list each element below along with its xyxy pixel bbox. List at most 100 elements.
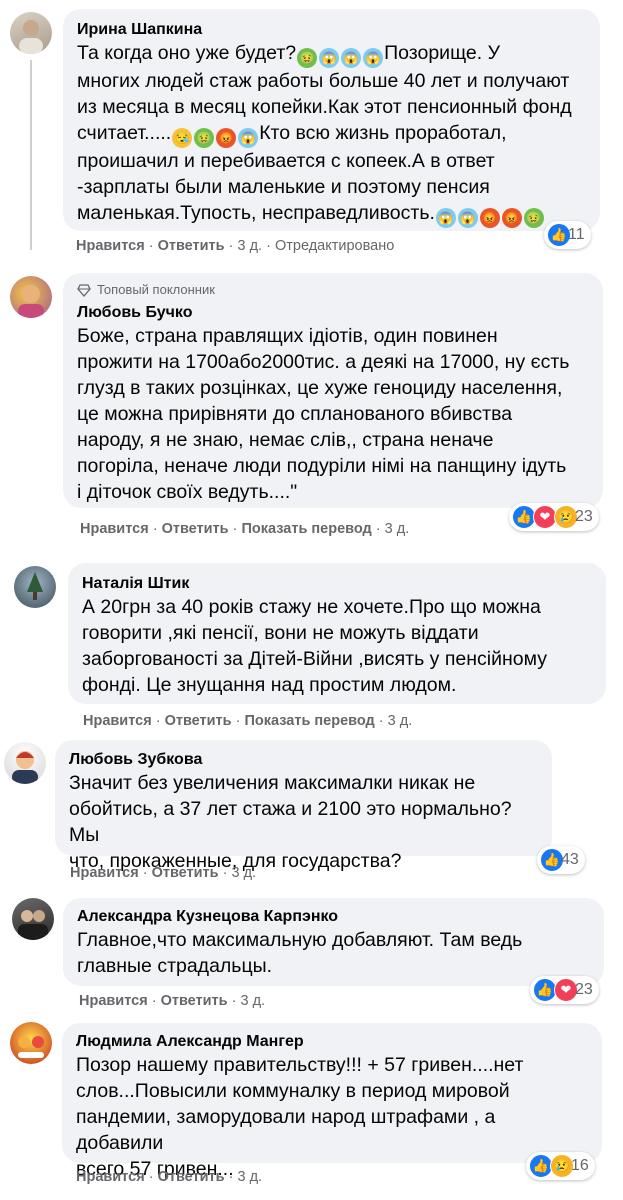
screaming-emoji-icon: 😱 [363,48,384,68]
reaction-count: 23 [575,508,593,525]
avatar[interactable] [10,12,52,54]
thread-line [30,60,32,250]
text-line: из месяца в месяц копейки.Как этот пенси… [77,96,572,118]
like-link[interactable]: Нравится [76,1169,145,1185]
reply-link[interactable]: Ответить [162,521,229,537]
reaction-summary[interactable]: 👍 ❤ 😢 23 [509,503,599,531]
avatar-photo-icon [18,910,48,940]
text-line: многих людей стаж работы больше 40 лет и… [77,70,570,92]
separator: · [152,521,158,537]
avatar[interactable] [4,742,46,784]
reaction-summary[interactable]: 👍 11 [544,221,591,249]
comment-author[interactable]: Любовь Бучко [77,302,589,323]
reaction-count: 11 [568,226,585,243]
avatar[interactable] [14,566,56,608]
avatar[interactable] [12,898,54,940]
text-line: Та когда оно уже будет? [77,42,297,64]
text-line: погоріла, неначе люди подуріли німі на п… [77,455,567,477]
like-link[interactable]: Нравится [80,521,149,537]
comment-author[interactable]: Александра Кузнецова Карпэнко [77,906,590,927]
comment-actions: Нравится · Ответить · Показать перевод ·… [80,520,409,538]
text-line: главные страдальцы. [77,955,273,977]
like-link[interactable]: Нравится [79,993,148,1009]
edited-label: Отредактировано [274,238,395,254]
comment-author[interactable]: Любовь Зубкова [69,749,538,770]
translate-link[interactable]: Показать перевод [241,521,371,537]
comment-bubble: Ирина Шапкина Та когда оно уже будет? 🤢 😱 😱… [63,9,600,231]
text-line: пандемии, заморудовали народ штрафами , … [76,1106,496,1154]
avatar[interactable] [10,1022,52,1064]
reply-link[interactable]: Ответить [158,238,225,254]
separator: · [231,993,237,1009]
separator: · [222,865,228,881]
comment-author[interactable]: Ирина Шапкина [77,19,586,40]
like-link[interactable]: Нравится [70,865,139,881]
text-line: проишачил и перебивается с копеек.А в от… [77,150,495,172]
comment-text: Значит без увеличения максималки никак н… [69,770,538,874]
angry-emoji-icon: 😡 [216,128,237,148]
reaction-summary[interactable]: 👍 43 [537,846,585,874]
comment-actions: Нравится · Ответить · Показать перевод ·… [83,712,412,730]
text-line: Позорище. У [384,42,500,64]
separator: · [378,713,384,729]
avatar[interactable] [10,276,52,318]
separator: · [155,713,161,729]
like-link[interactable]: Нравится [83,713,152,729]
text-line: Позор нашему правительству!!! + 57 гриве… [76,1054,524,1076]
timestamp[interactable]: 3 д. [385,521,410,537]
comment-bubble: Людмила Александр Мангер Позор нашему пр… [62,1023,602,1180]
timestamp[interactable]: 3 д. [388,713,413,729]
nauseated-emoji-icon: 🤢 [194,128,215,148]
text-line: -зарплаты были маленькие и поэтому пенси… [77,176,490,198]
text-line: Значит без увеличения максималки никак н… [69,772,476,794]
nauseated-emoji-icon: 🤢 [523,208,544,228]
separator: · [142,865,148,881]
reaction-summary[interactable]: 👍 ❤ 23 [530,976,599,1004]
avatar-photo-icon [12,751,38,784]
like-link[interactable]: Нравится [76,238,145,254]
reply-link[interactable]: Ответить [158,1169,225,1185]
avatar-photo-icon [19,20,43,54]
translate-link[interactable]: Показать перевод [244,713,374,729]
separator: · [151,993,157,1009]
reply-link[interactable]: Ответить [165,713,232,729]
reaction-summary[interactable]: 👍 😢 16 [526,1152,595,1180]
separator: · [148,238,154,254]
comment-actions: Нравится · Ответить · 3 д. · Отредактиро… [76,237,394,255]
separator: · [266,238,271,254]
text-line: прожити на 1700або2000тис. а деякі на 17… [77,351,570,373]
comment-text: Боже, страна правлящих ідіотів, один пов… [77,323,589,505]
text-line: маленькая.Тупость, несправедливость. [77,202,435,224]
comment-actions: Нравится · Ответить · 3 д. [70,864,256,882]
comment-text: А 20грн за 40 років стажу не хочете.Про … [82,594,592,698]
text-line: обойтись, а 37 лет стажа и 2100 это норм… [69,798,512,846]
text-line: і діточок своїх ведуть...." [77,481,298,503]
separator: · [232,521,238,537]
timestamp[interactable]: 3 д. [237,1169,262,1185]
text-line: глузд в таких розцінках, це хуже геноцид… [77,377,563,399]
avatar-photo-icon [27,572,43,600]
comment-bubble: Топовый поклонник Любовь Бучко Боже, стр… [63,273,603,508]
comment-actions: Нравится · Ответить · 3 д. [79,992,265,1010]
timestamp[interactable]: 3 д. [240,993,265,1009]
comment-text: Позор нашему правительству!!! + 57 гриве… [76,1052,588,1182]
comment-bubble: Наталія Штик А 20грн за 40 років стажу н… [68,563,606,704]
text-line: це можна прирівняти до спланованого вбив… [77,403,513,425]
screaming-emoji-icon: 😱 [457,208,478,228]
timestamp[interactable]: 3 д. [237,238,262,254]
screaming-emoji-icon: 😱 [319,48,340,68]
comment-author[interactable]: Людмила Александр Мангер [76,1031,588,1052]
separator: · [228,238,234,254]
text-line: Главное,что максимальную добавляют. Там … [77,929,523,951]
top-fan-badge: Топовый поклонник [77,281,589,299]
reply-link[interactable]: Ответить [161,993,228,1009]
reply-link[interactable]: Ответить [152,865,219,881]
text-line: считает..... [77,122,172,144]
comment-author[interactable]: Наталія Штик [82,573,592,594]
angry-emoji-icon: 😡 [479,208,500,228]
reaction-count: 43 [561,851,579,868]
avatar-photo-icon [18,285,44,318]
timestamp[interactable]: 3 д. [231,865,256,881]
separator: · [228,1169,234,1185]
text-line: фонді. Це знущання над простим людом. [82,674,457,696]
